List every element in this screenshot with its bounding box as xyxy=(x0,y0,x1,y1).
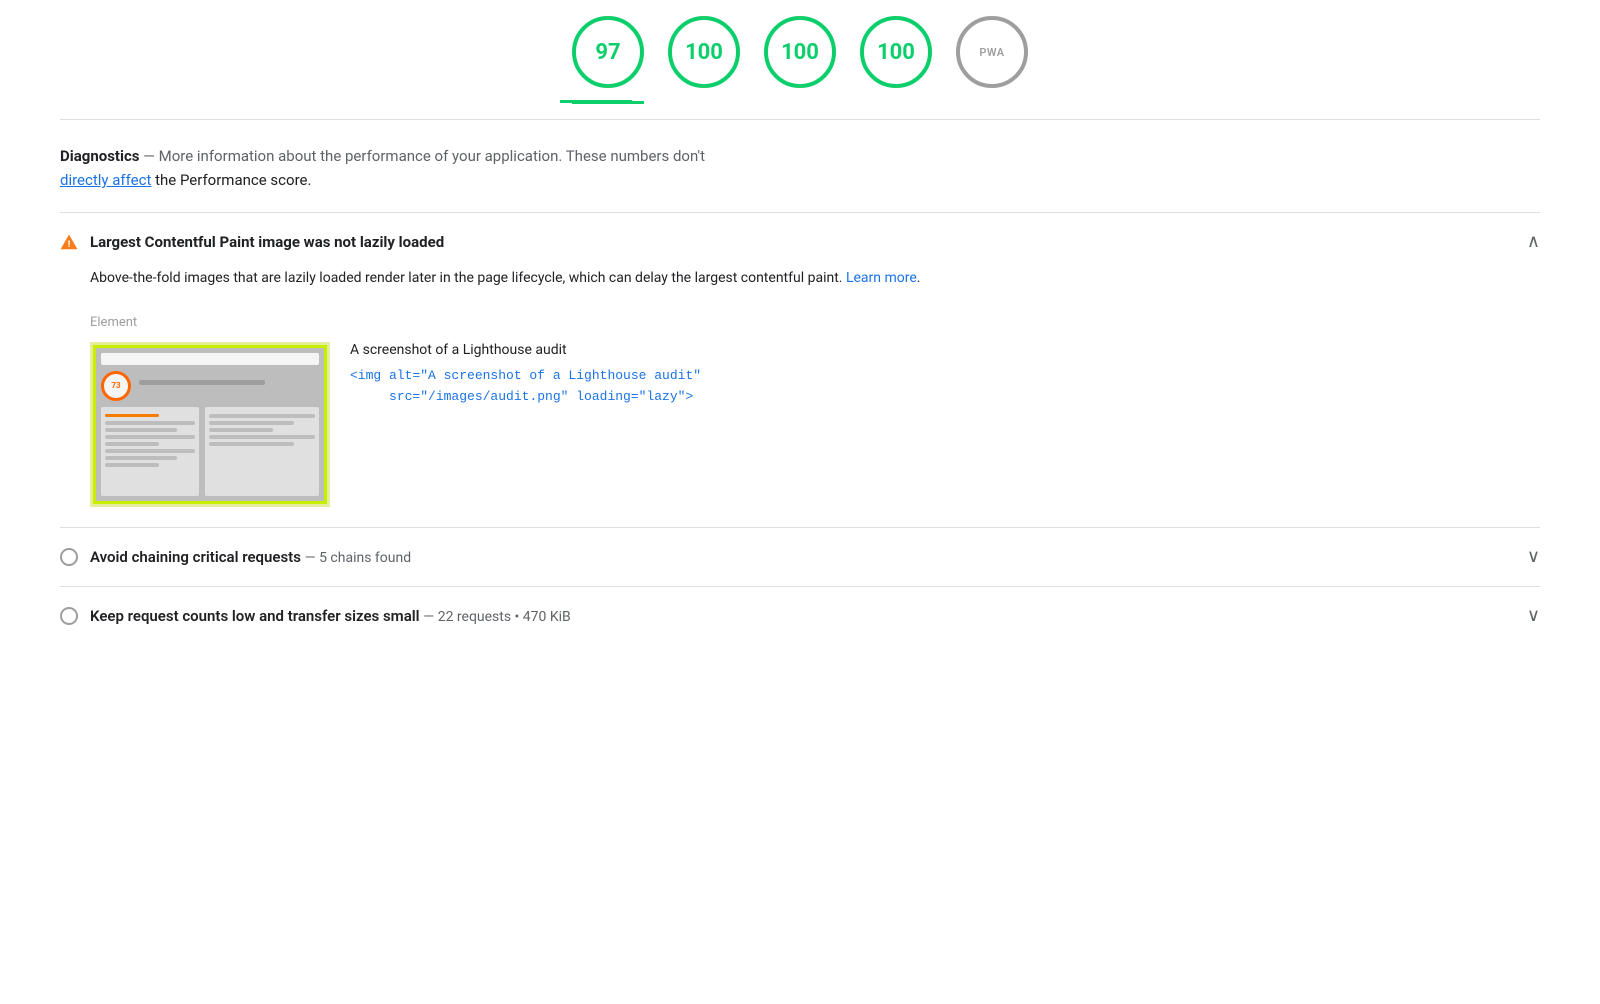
score-best-practices[interactable]: 100 xyxy=(764,16,836,88)
diagnostics-description: — More information about the performance… xyxy=(143,147,705,165)
fake-rline5 xyxy=(209,442,294,446)
fake-rline4 xyxy=(209,435,315,439)
main-content: Diagnostics — More information about the… xyxy=(0,120,1600,645)
scores-container: 97 100 100 100 PWA xyxy=(0,0,1600,103)
element-info: A screenshot of a Lighthouse audit <img … xyxy=(350,342,1540,408)
fake-line3 xyxy=(105,428,177,432)
fake-line5 xyxy=(105,442,159,446)
diagnostics-header: Diagnostics — More information about the… xyxy=(60,120,1540,212)
info-circle-icon xyxy=(60,548,78,566)
element-code: <img alt="A screenshot of a Lighthouse a… xyxy=(350,366,1540,408)
element-name: A screenshot of a Lighthouse audit xyxy=(350,342,1540,358)
fake-line7 xyxy=(105,456,177,460)
fake-right-panel xyxy=(205,407,319,496)
audit-request-meta: — 22 requests • 470 KiB xyxy=(423,609,570,625)
fake-score-row: 73 xyxy=(101,371,319,401)
scores-bar: 97 100 100 100 PWA xyxy=(0,0,1600,88)
audit-lcp-header-left: ! Largest Contentful Paint image was not… xyxy=(60,233,444,251)
fake-rline2 xyxy=(209,421,294,425)
directly-affect-link[interactable]: directly affect xyxy=(60,171,151,189)
score-performance[interactable]: 97 xyxy=(572,16,644,88)
audit-critical-requests: Avoid chaining critical requests — 5 cha… xyxy=(60,527,1540,586)
element-row: 73 xyxy=(90,342,1540,507)
fake-line4 xyxy=(105,435,195,439)
fake-line1 xyxy=(105,414,159,417)
fake-score-circle: 73 xyxy=(101,371,131,401)
fake-body xyxy=(101,407,319,496)
audit-request-counts: Keep request counts low and transfer siz… xyxy=(60,586,1540,645)
warning-icon: ! xyxy=(60,233,78,251)
audit-lcp-description: Above-the-fold images that are lazily lo… xyxy=(90,267,1540,291)
audit-critical-title: Avoid chaining critical requests — 5 cha… xyxy=(90,548,411,566)
fake-title-line2 xyxy=(139,388,229,391)
audit-lcp-lazy-loaded: ! Largest Contentful Paint image was not… xyxy=(60,212,1540,527)
fake-line8 xyxy=(105,463,159,467)
fake-header xyxy=(101,353,319,365)
audit-lcp-header[interactable]: ! Largest Contentful Paint image was not… xyxy=(60,233,1540,251)
audit-critical-header-left: Avoid chaining critical requests — 5 cha… xyxy=(60,548,411,566)
learn-more-link[interactable]: Learn more xyxy=(846,270,917,286)
audit-critical-header[interactable]: Avoid chaining critical requests — 5 cha… xyxy=(60,548,1540,566)
audit-request-header[interactable]: Keep request counts low and transfer siz… xyxy=(60,607,1540,625)
fake-rline3 xyxy=(209,428,273,432)
audit-critical-meta: — 5 chains found xyxy=(305,550,411,566)
fake-line2 xyxy=(105,421,195,425)
active-tab-indicator xyxy=(0,100,1600,103)
score-accessibility[interactable]: 100 xyxy=(668,16,740,88)
audit-request-chevron[interactable]: ∨ xyxy=(1527,607,1540,625)
audit-critical-chevron[interactable]: ∨ xyxy=(1527,548,1540,566)
element-thumbnail: 73 xyxy=(90,342,330,507)
fake-line6 xyxy=(105,449,195,453)
fake-left-panel xyxy=(101,407,199,496)
info-circle-icon-2 xyxy=(60,607,78,625)
fake-rline1 xyxy=(209,414,315,418)
audit-request-title: Keep request counts low and transfer siz… xyxy=(90,607,571,625)
audit-lcp-chevron[interactable]: ∧ xyxy=(1527,233,1540,251)
score-pwa[interactable]: PWA xyxy=(956,16,1028,88)
fake-title-line1 xyxy=(139,380,265,385)
audit-request-header-left: Keep request counts low and transfer siz… xyxy=(60,607,571,625)
element-label: Element xyxy=(90,315,1540,330)
diagnostics-suffix: the Performance score. xyxy=(155,171,311,189)
score-seo[interactable]: 100 xyxy=(860,16,932,88)
fake-screenshot: 73 xyxy=(93,345,327,504)
audit-lcp-expanded: Above-the-fold images that are lazily lo… xyxy=(60,251,1540,507)
fake-title-lines xyxy=(139,380,319,391)
audit-lcp-title: Largest Contentful Paint image was not l… xyxy=(90,233,444,251)
diagnostics-title: Diagnostics xyxy=(60,147,139,165)
